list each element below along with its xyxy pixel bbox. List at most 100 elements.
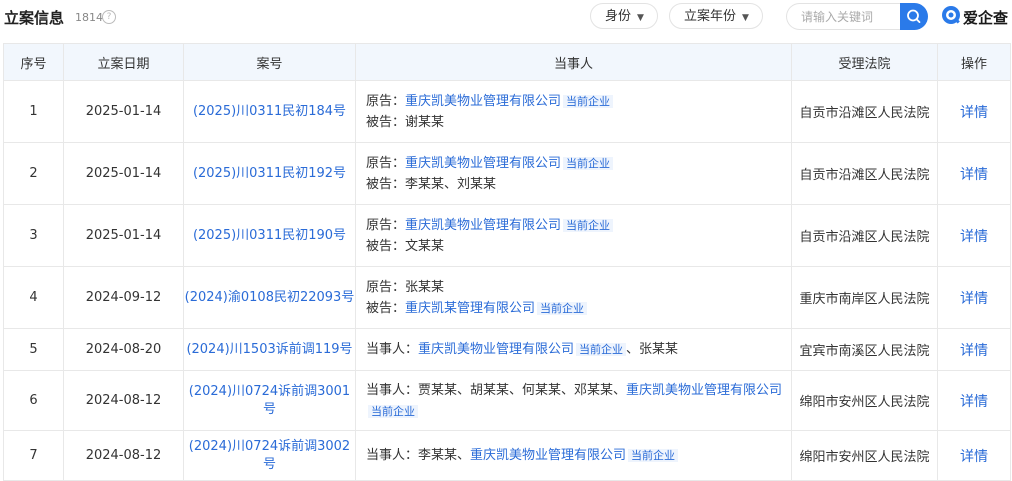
col-header-case-no: 案号 [183, 43, 356, 81]
party-text: 当事人： [366, 342, 419, 357]
row-index: 2 [3, 142, 64, 205]
party-line: 原告：张某某 [366, 277, 791, 298]
party-text: 原告：张某某 [366, 279, 445, 295]
filing-table: 序号 立案日期 案号 当事人 受理法院 操作 1 2025-01-14 (2025)… [3, 43, 1011, 481]
case-number-link[interactable]: (2024)渝0108民初22093号 [183, 266, 356, 329]
party-line: 被告：李某某、刘某某 [366, 174, 791, 195]
company-link[interactable]: 重庆凯某管理有限公司 [405, 301, 535, 316]
filing-date: 2024-08-20 [63, 328, 184, 371]
search-box [786, 3, 928, 30]
table-row: 1 2025-01-14 (2025)川0311民初184号 原告：重庆凯美物业管理有… [3, 80, 1011, 143]
details-link[interactable]: 详情 [937, 204, 1011, 267]
party-line: 当事人：李某某、重庆凯美物业管理有限公司 当前企业 [366, 445, 791, 466]
col-header-date: 立案日期 [63, 43, 184, 81]
parties-cell: 当事人：贾某某、胡某某、何某某、邓某某、重庆凯美物业管理有限公司 当前企业 [355, 370, 792, 431]
section-header: 立案信息 1814 ? 身份 ▼ 立案年份 ▼ 爱企查 [0, 0, 1012, 34]
court-name: 绵阳市安州区人民法院 [791, 370, 938, 431]
row-index: 1 [3, 80, 64, 143]
details-link[interactable]: 详情 [937, 266, 1011, 329]
parties-cell: 当事人：李某某、重庆凯美物业管理有限公司 当前企业 [355, 430, 792, 481]
court-name: 自贡市沿滩区人民法院 [791, 204, 938, 267]
row-index: 3 [3, 204, 64, 267]
identity-filter-dropdown[interactable]: 身份 ▼ [590, 3, 658, 29]
current-company-badge: 当前企业 [563, 94, 614, 108]
party-line: 原告：重庆凯美物业管理有限公司 当前企业 [366, 215, 791, 236]
party-text: 被告： [366, 300, 406, 316]
search-icon [907, 9, 921, 24]
party-text: 当事人：贾某某、胡某某、何某某、邓某某、 [366, 382, 627, 398]
party-text: 原告： [366, 155, 406, 171]
filing-date: 2024-08-12 [63, 370, 184, 431]
col-header-action: 操作 [937, 43, 1011, 81]
table-row: 4 2024-09-12 (2024)渝0108民初22093号 原告：张某某 被告：重… [3, 266, 1011, 329]
table-row: 5 2024-08-20 (2024)川1503诉前调119号 当事人：重庆凯美物业管… [3, 328, 1011, 371]
table-row: 7 2024-08-12 (2024)川0724诉前调3002号 当事人：李某某、重庆… [3, 430, 1011, 481]
court-name: 宜宾市南溪区人民法院 [791, 328, 938, 371]
details-link[interactable]: 详情 [937, 142, 1011, 205]
filing-date: 2024-09-12 [63, 266, 184, 329]
case-number-link[interactable]: (2025)川0311民初190号 [183, 204, 356, 267]
filing-date: 2024-08-12 [63, 430, 184, 481]
details-link[interactable]: 详情 [937, 370, 1011, 431]
company-link[interactable]: 重庆凯美物业管理有限公司 [418, 342, 574, 357]
table-header-row: 序号 立案日期 案号 当事人 受理法院 操作 [3, 43, 1011, 81]
court-name: 自贡市沿滩区人民法院 [791, 80, 938, 143]
parties-cell: 原告：重庆凯美物业管理有限公司 当前企业被告：李某某、刘某某 [355, 142, 792, 205]
case-number-link[interactable]: (2024)川0724诉前调3001号 [183, 370, 356, 431]
row-index: 4 [3, 266, 64, 329]
details-link[interactable]: 详情 [937, 80, 1011, 143]
chevron-down-icon: ▼ [742, 13, 749, 23]
year-filter-dropdown[interactable]: 立案年份 ▼ [669, 3, 763, 29]
filing-date: 2025-01-14 [63, 80, 184, 143]
party-text: 被告：文某某 [366, 238, 445, 254]
table-row: 2 2025-01-14 (2025)川0311民初192号 原告：重庆凯美物业管理有… [3, 142, 1011, 205]
party-text: 原告： [366, 93, 406, 109]
company-link[interactable]: 重庆凯美物业管理有限公司 [405, 94, 561, 109]
case-number-link[interactable]: (2024)川1503诉前调119号 [183, 328, 356, 371]
row-index: 5 [3, 328, 64, 371]
chevron-down-icon: ▼ [637, 13, 644, 23]
filing-date: 2025-01-14 [63, 204, 184, 267]
party-line: 当前企业 [366, 401, 791, 422]
details-link[interactable]: 详情 [937, 328, 1011, 371]
party-line: 原告：重庆凯美物业管理有限公司 当前企业 [366, 153, 791, 174]
company-link[interactable]: 重庆凯美物业管理有限公司 [470, 448, 626, 463]
company-link[interactable]: 重庆凯美物业管理有限公司 [405, 218, 561, 233]
record-count: 1814 [75, 11, 103, 24]
help-icon[interactable]: ? [102, 10, 116, 24]
logo-mark-icon [942, 6, 960, 24]
party-line: 当事人：贾某某、胡某某、何某某、邓某某、重庆凯美物业管理有限公司 [366, 380, 791, 401]
parties-cell: 原告：重庆凯美物业管理有限公司 当前企业被告：谢某某 [355, 80, 792, 143]
case-number-link[interactable]: (2025)川0311民初192号 [183, 142, 356, 205]
table-body: 1 2025-01-14 (2025)川0311民初184号 原告：重庆凯美物业管理有… [3, 80, 1011, 481]
search-input[interactable] [786, 3, 900, 30]
court-name: 重庆市南岸区人民法院 [791, 266, 938, 329]
party-line: 被告：文某某 [366, 236, 791, 257]
case-number-link[interactable]: (2024)川0724诉前调3002号 [183, 430, 356, 481]
party-text: 、张某某 [626, 342, 679, 357]
party-text: 被告：谢某某 [366, 114, 445, 130]
current-company-badge: 当前企业 [563, 218, 614, 232]
filing-date: 2025-01-14 [63, 142, 184, 205]
court-name: 绵阳市安州区人民法院 [791, 430, 938, 481]
company-link[interactable]: 重庆凯美物业管理有限公司 [626, 383, 782, 398]
col-header-court: 受理法院 [791, 43, 938, 81]
section-title: 立案信息 [4, 9, 65, 27]
details-link[interactable]: 详情 [937, 430, 1011, 481]
company-link[interactable]: 重庆凯美物业管理有限公司 [405, 156, 561, 171]
court-name: 自贡市沿滩区人民法院 [791, 142, 938, 205]
parties-cell: 当事人：重庆凯美物业管理有限公司 当前企业 、张某某 [355, 328, 792, 371]
party-text: 原告： [366, 217, 406, 233]
parties-cell: 原告：重庆凯美物业管理有限公司 当前企业被告：文某某 [355, 204, 792, 267]
current-company-badge: 当前企业 [563, 156, 614, 170]
col-header-index: 序号 [3, 43, 64, 81]
case-number-link[interactable]: (2025)川0311民初184号 [183, 80, 356, 143]
col-header-parties: 当事人 [355, 43, 792, 81]
current-company-badge: 当前企业 [628, 449, 679, 462]
table-row: 6 2024-08-12 (2024)川0724诉前调3001号 当事人：贾某某、胡某… [3, 370, 1011, 431]
year-filter-label: 立案年份 [684, 9, 737, 24]
table-row: 3 2025-01-14 (2025)川0311民初190号 原告：重庆凯美物业管理有… [3, 204, 1011, 267]
party-text: 被告：李某某、刘某某 [366, 176, 497, 192]
party-line: 原告：重庆凯美物业管理有限公司 当前企业 [366, 91, 791, 112]
search-button[interactable] [900, 3, 928, 30]
